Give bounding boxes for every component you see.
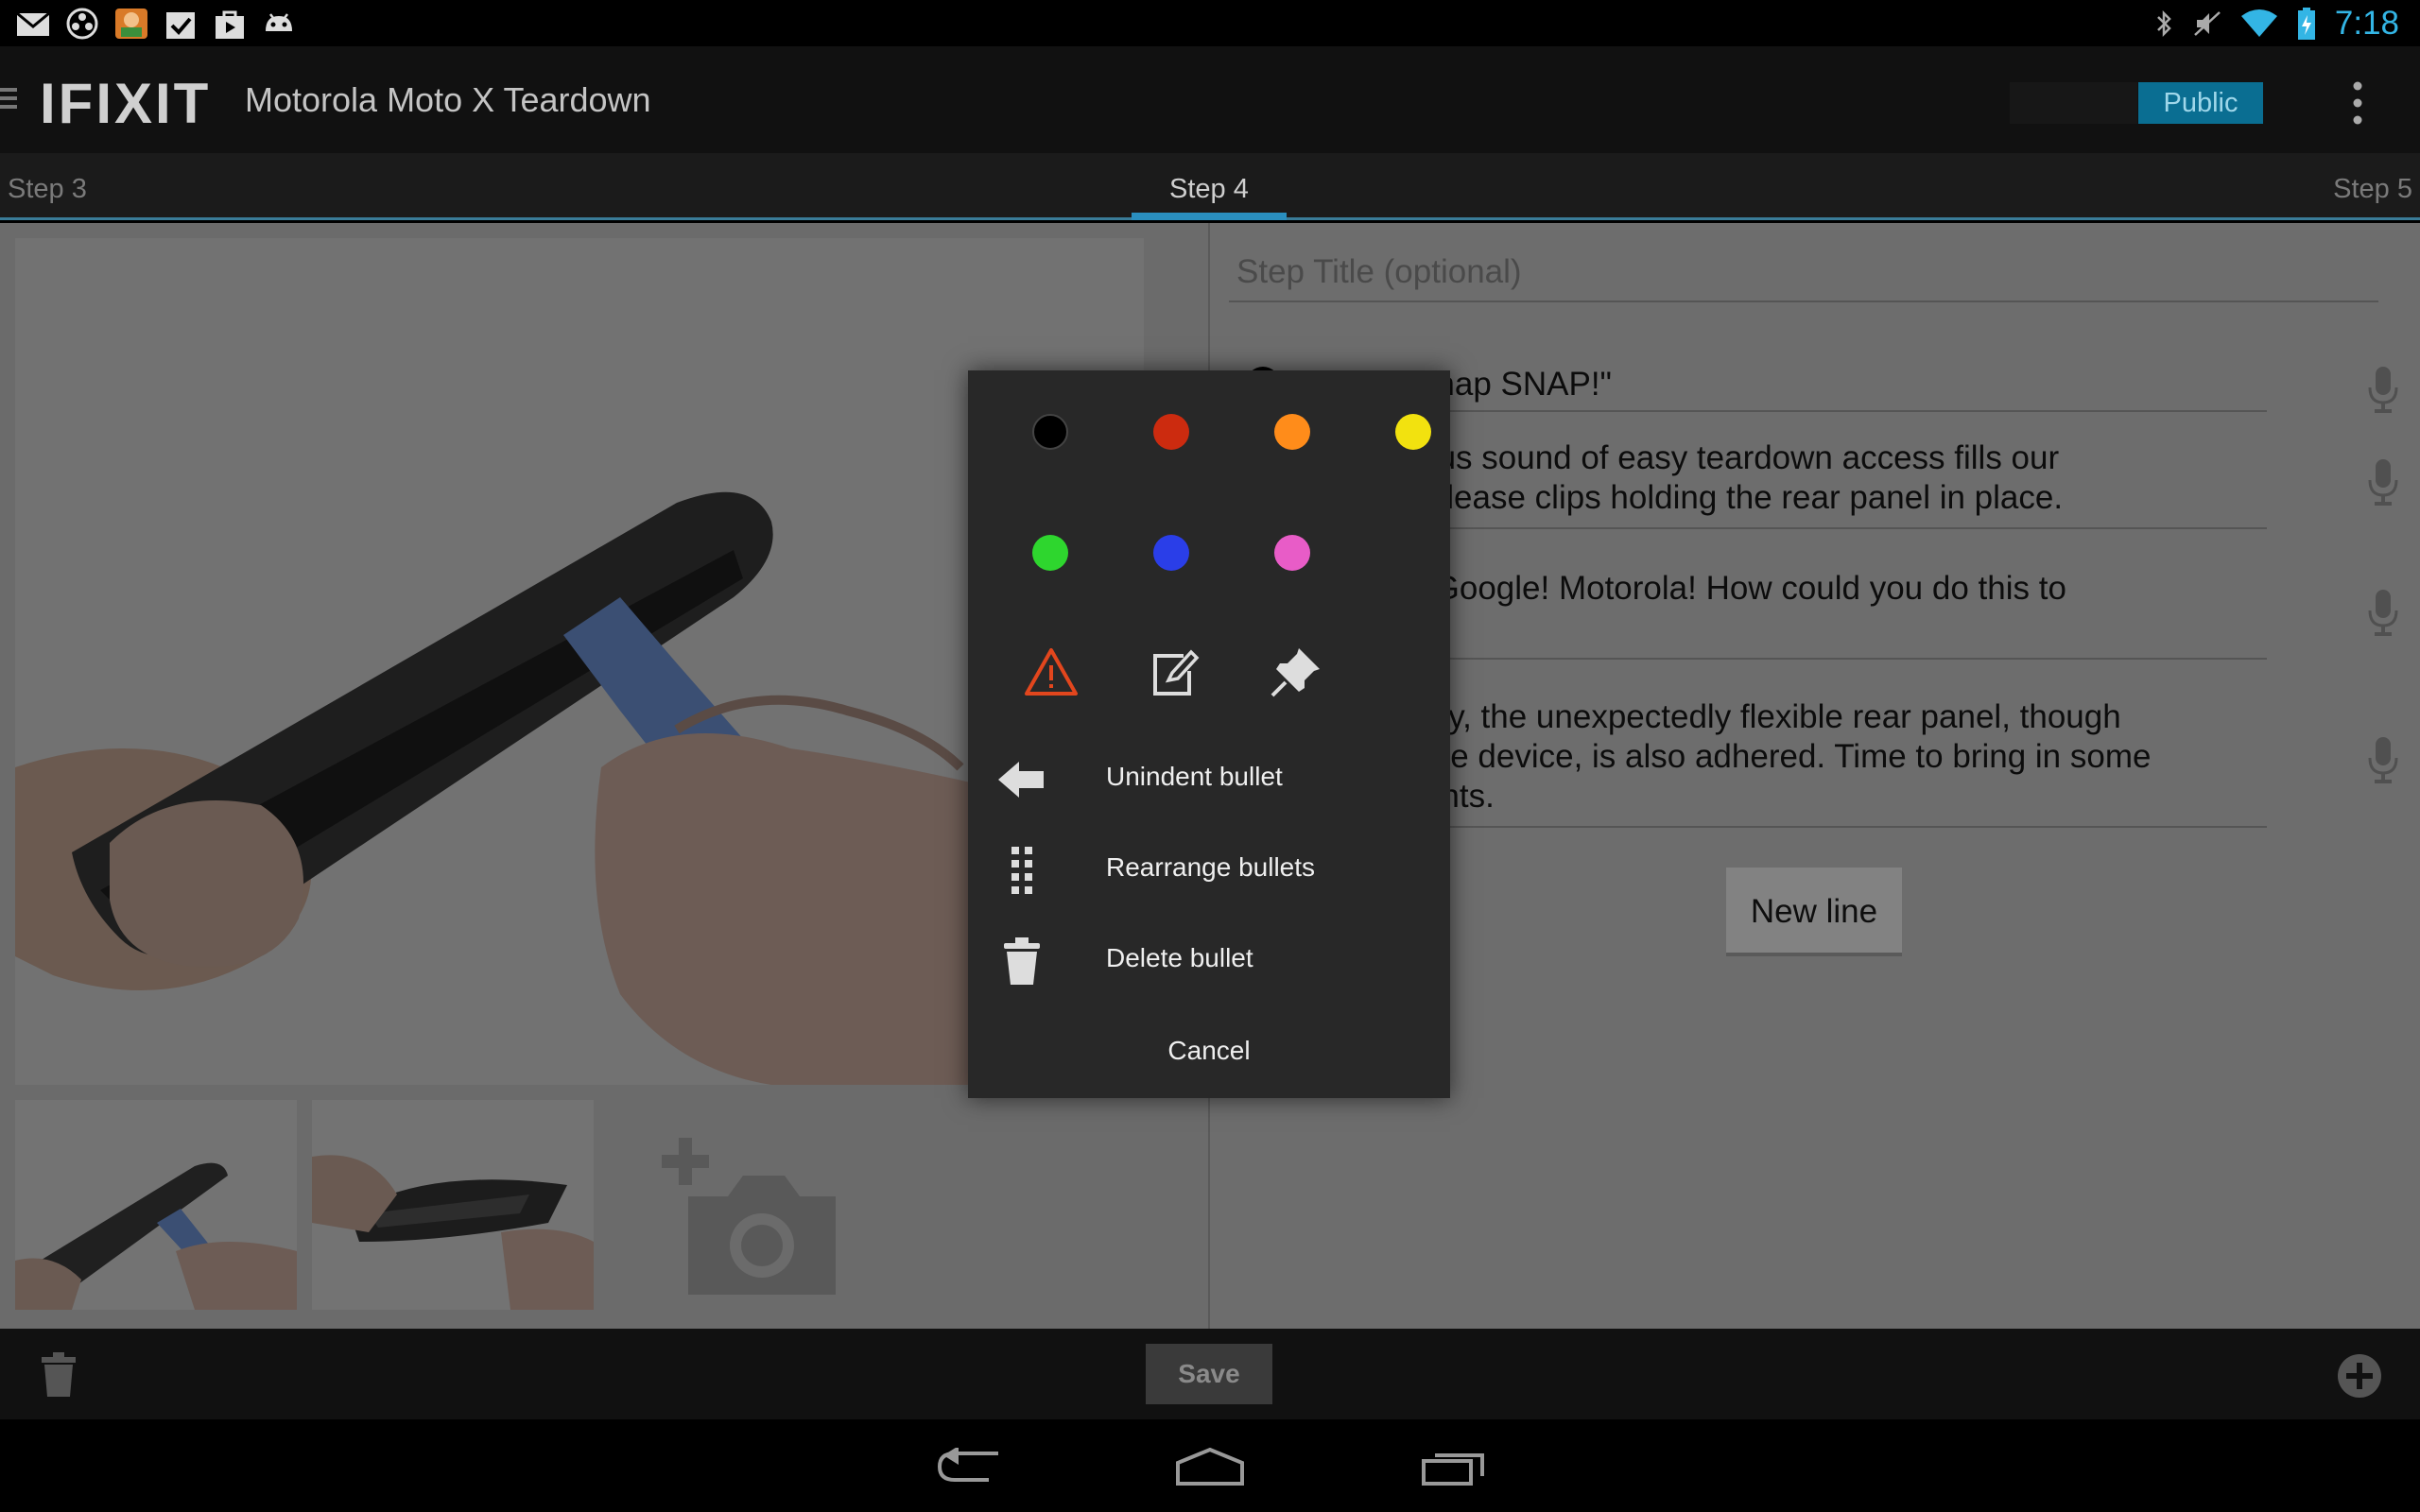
drawer-menu-icon[interactable]: [0, 84, 19, 112]
bullet-text-input[interactable]: is this? Google! Motorola! How could you…: [1322, 569, 2267, 660]
warning-icon[interactable]: [1023, 644, 1080, 701]
tab-indicator: [1132, 213, 1287, 220]
microphone-icon[interactable]: [2367, 457, 2399, 507]
color-swatch-black[interactable]: [1032, 414, 1068, 450]
menu-item-label: Rearrange bullets: [1106, 852, 1316, 882]
bullet-text-input[interactable]: melodious sound of easy teardown access …: [1322, 438, 2267, 529]
tab-step-current[interactable]: Step 4: [1169, 174, 1249, 205]
pin-icon[interactable]: [1267, 644, 1323, 701]
privacy-toggle-off[interactable]: [2010, 82, 2137, 124]
action-bar: IFIXIT Motorola Moto X Teardown Public: [0, 46, 2420, 153]
color-swatch-orange[interactable]: [1274, 414, 1310, 450]
photo-thumbnail-2[interactable]: [312, 1100, 594, 1310]
new-line-button[interactable]: New line: [1726, 868, 1902, 956]
home-icon[interactable]: [1174, 1448, 1246, 1486]
bullet-options-popup: Unindent bullet Rearrange bullets Delete…: [968, 370, 1450, 1098]
microphone-icon[interactable]: [2367, 588, 2399, 637]
bottom-bar: Save: [0, 1329, 2420, 1419]
app-logo: IFIXIT: [40, 72, 212, 135]
store-icon: [216, 10, 244, 39]
public-toggle[interactable]: Public: [2138, 82, 2263, 124]
menu-item-label: Delete bullet: [1106, 943, 1253, 972]
back-icon[interactable]: [936, 1448, 1002, 1486]
step-tabs: Step 3 Step 4 Step 5: [0, 153, 2420, 220]
overflow-menu-icon[interactable]: [2346, 75, 2369, 131]
wifi-icon: [2240, 9, 2277, 37]
tasks-icon: [166, 12, 195, 39]
guide-title: Motorola Moto X Teardown: [245, 80, 651, 119]
android-icon: [266, 13, 292, 31]
bluetooth-icon: [2156, 9, 2171, 37]
drag-handle-icon: [1011, 847, 1032, 894]
battery-icon: [2297, 7, 2315, 40]
microphone-icon[interactable]: [2367, 735, 2399, 784]
tab-step-next[interactable]: Step 5: [2333, 174, 2412, 205]
color-swatch-yellow[interactable]: [1395, 414, 1431, 450]
note-icon[interactable]: [1146, 644, 1202, 701]
recent-apps-icon[interactable]: [1420, 1448, 1486, 1486]
step-title-input[interactable]: Step Title (optional): [1229, 253, 2378, 302]
game-app-icon: [115, 9, 147, 39]
photo-thumbnail-1[interactable]: [15, 1100, 297, 1310]
system-nav-bar: [0, 1419, 2420, 1512]
bullet-text-input[interactable]: ur dismay, the unexpectedly flexible rea…: [1322, 697, 2267, 828]
add-step-icon[interactable]: [2337, 1353, 2382, 1399]
menu-item-label: Unindent bullet: [1106, 762, 1283, 791]
status-bar: 7:18: [0, 0, 2420, 46]
rearrange-bullets-item[interactable]: Rearrange bullets: [996, 837, 1431, 903]
notification-icons: [15, 6, 297, 42]
unindent-bullet-item[interactable]: Unindent bullet: [996, 747, 1431, 813]
microphone-icon[interactable]: [2367, 365, 2399, 414]
color-swatch-pink[interactable]: [1274, 535, 1310, 571]
tab-step-prev[interactable]: Step 3: [8, 174, 87, 205]
add-photo-icon[interactable]: [662, 1128, 841, 1297]
thumbnail-image: [312, 1100, 594, 1310]
trash-icon: [1004, 937, 1040, 985]
system-icons: 7:18: [2155, 0, 2399, 46]
media-icon: [66, 8, 98, 40]
arrow-left-icon: [998, 762, 1044, 798]
bullet-text-input[interactable]: "Snap snap SNAP!": [1322, 365, 2267, 412]
color-swatch-green[interactable]: [1032, 535, 1068, 571]
clock: 7:18: [2334, 4, 2399, 42]
delete-bullet-item[interactable]: Delete bullet: [996, 928, 1431, 994]
mute-icon: [2194, 10, 2221, 36]
save-button[interactable]: Save: [1146, 1344, 1272, 1404]
cancel-button[interactable]: Cancel: [968, 1022, 1450, 1079]
thumbnail-image: [15, 1100, 297, 1310]
delete-step-icon[interactable]: [40, 1349, 78, 1399]
color-swatch-red[interactable]: [1153, 414, 1189, 450]
gmail-icon: [16, 11, 50, 36]
color-swatch-blue[interactable]: [1153, 535, 1189, 571]
